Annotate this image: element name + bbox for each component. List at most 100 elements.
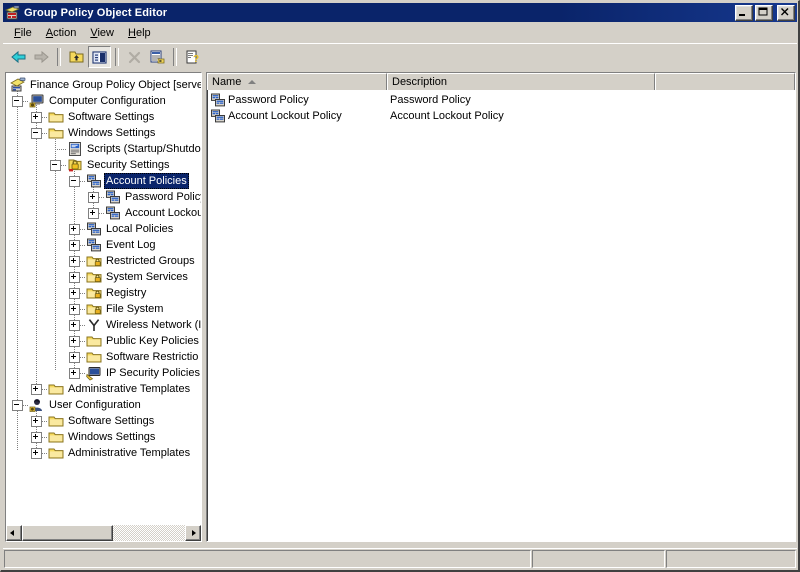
expand-node-button[interactable] (69, 240, 80, 251)
tree-item-label: Administrative Templates (68, 447, 191, 459)
policy-icon (86, 237, 102, 253)
list-item[interactable]: Password Policy Password Policy (207, 92, 795, 108)
collapse-node-button[interactable] (12, 400, 23, 411)
status-pane-secondary (532, 550, 665, 568)
tree-item[interactable]: Account Policies (6, 173, 201, 189)
tree-horizontal-scrollbar[interactable] (6, 524, 201, 541)
tree-item[interactable]: User Configuration (6, 397, 201, 413)
expand-node-button[interactable] (69, 288, 80, 299)
tree-item-label: Wireless Network (I (106, 319, 201, 331)
folder-icon (86, 349, 102, 365)
tree-item[interactable]: Software Restrictio (6, 349, 201, 365)
status-pane-tertiary (666, 550, 796, 568)
tree-item-label: Restricted Groups (106, 255, 195, 267)
policy-icon (105, 189, 121, 205)
tree-item[interactable]: Computer Configuration (6, 93, 201, 109)
list-item[interactable]: Account Lockout Policy Account Lockout Po… (207, 108, 795, 124)
scripts-icon (67, 141, 83, 157)
tree-item[interactable]: Restricted Groups (6, 253, 201, 269)
folder-icon (48, 109, 64, 125)
tree-item[interactable]: File System (6, 301, 201, 317)
scrollbar-thumb[interactable] (22, 525, 113, 541)
tree-item-label: Security Settings (87, 159, 170, 171)
expand-node-button[interactable] (31, 112, 42, 123)
expand-node-button[interactable] (69, 256, 80, 267)
tree-item[interactable]: Software Settings (6, 413, 201, 429)
maximize-button[interactable] (755, 4, 773, 21)
list-column-label: Description (392, 75, 448, 88)
list-column-header[interactable] (655, 73, 795, 90)
tree-item-label: Public Key Policies (106, 335, 199, 347)
scroll-right-button[interactable] (185, 525, 201, 541)
tree-item[interactable]: Event Log (6, 237, 201, 253)
console-tree[interactable]: Finance Group Policy Object [server Compu… (6, 73, 201, 524)
forward-button[interactable] (30, 46, 53, 68)
tree-item[interactable]: Security Settings (6, 157, 201, 173)
menu-view[interactable]: View (83, 25, 121, 42)
tree-item[interactable]: Password Policy (6, 189, 201, 205)
show-hide-tree-button[interactable] (88, 45, 111, 68)
scrollbar-track[interactable] (22, 525, 185, 541)
list-column-header[interactable]: Description (387, 73, 655, 90)
expand-node-button[interactable] (69, 272, 80, 283)
delete-button[interactable] (123, 46, 146, 68)
tree-item[interactable]: Windows Settings (6, 125, 201, 141)
collapse-node-button[interactable] (50, 160, 61, 171)
help-button[interactable]: ? (181, 46, 204, 68)
policy-icon (86, 221, 102, 237)
expand-node-button[interactable] (31, 448, 42, 459)
tree-item-label: System Services (106, 271, 188, 283)
collapse-node-button[interactable] (69, 176, 80, 187)
tree-item[interactable]: Windows Settings (6, 429, 201, 445)
expand-node-button[interactable] (88, 208, 99, 219)
folder-icon (86, 333, 102, 349)
minimize-button[interactable] (735, 4, 753, 21)
tree-item[interactable]: Public Key Policies (6, 333, 201, 349)
expand-node-button[interactable] (69, 224, 80, 235)
properties-button[interactable] (146, 46, 169, 68)
menu-action[interactable]: Action (39, 25, 84, 42)
expand-node-button[interactable] (69, 352, 80, 363)
scroll-left-button[interactable] (6, 525, 22, 541)
list-column-headers: Name Description (207, 73, 795, 90)
menu-help[interactable]: Help (121, 25, 158, 42)
expand-node-button[interactable] (31, 416, 42, 427)
expand-node-button[interactable] (69, 320, 80, 331)
up-one-level-button[interactable] (65, 46, 88, 68)
policy-icon (86, 173, 102, 189)
expand-node-button[interactable] (69, 336, 80, 347)
expand-node-button[interactable] (88, 192, 99, 203)
collapse-node-button[interactable] (12, 96, 23, 107)
tree-item[interactable]: Local Policies (6, 221, 201, 237)
tree-item[interactable]: Account Lockou (6, 205, 201, 221)
tree-item-label: Windows Settings (68, 127, 156, 139)
tree-item-label: Software Restrictio (106, 351, 199, 363)
tree-item[interactable]: Finance Group Policy Object [server (6, 77, 201, 93)
wireless-icon (86, 317, 102, 333)
tree-item[interactable]: Registry (6, 285, 201, 301)
close-button[interactable] (777, 4, 795, 21)
tree-item-label: Scripts (Startup/Shutdo (87, 143, 201, 155)
expand-node-button[interactable] (69, 304, 80, 315)
back-button[interactable] (7, 46, 30, 68)
tree-item[interactable]: System Services (6, 269, 201, 285)
collapse-node-button[interactable] (31, 128, 42, 139)
tree-item[interactable]: Software Settings (6, 109, 201, 125)
expand-node-button[interactable] (69, 368, 80, 379)
tree-item[interactable]: Administrative Templates (6, 445, 201, 461)
list-column-header[interactable]: Name (207, 73, 387, 90)
tree-item-label: Administrative Templates (68, 383, 191, 395)
expand-node-button[interactable] (31, 432, 42, 443)
list-item-description: Account Lockout Policy (390, 110, 504, 122)
tree-item[interactable]: Administrative Templates (6, 381, 201, 397)
tree-item[interactable]: Wireless Network (I (6, 317, 201, 333)
menu-bar: File Action View Help (3, 23, 797, 43)
expand-node-button[interactable] (31, 384, 42, 395)
menu-file[interactable]: File (7, 25, 39, 42)
tree-item-label: Password Policy (125, 191, 201, 203)
tree-item[interactable]: IP Security Policies (6, 365, 201, 381)
tree-item-label: Registry (106, 287, 147, 299)
tree-item[interactable]: Scripts (Startup/Shutdo (6, 141, 201, 157)
status-pane-message (4, 550, 531, 568)
svg-text:?: ? (193, 54, 199, 65)
